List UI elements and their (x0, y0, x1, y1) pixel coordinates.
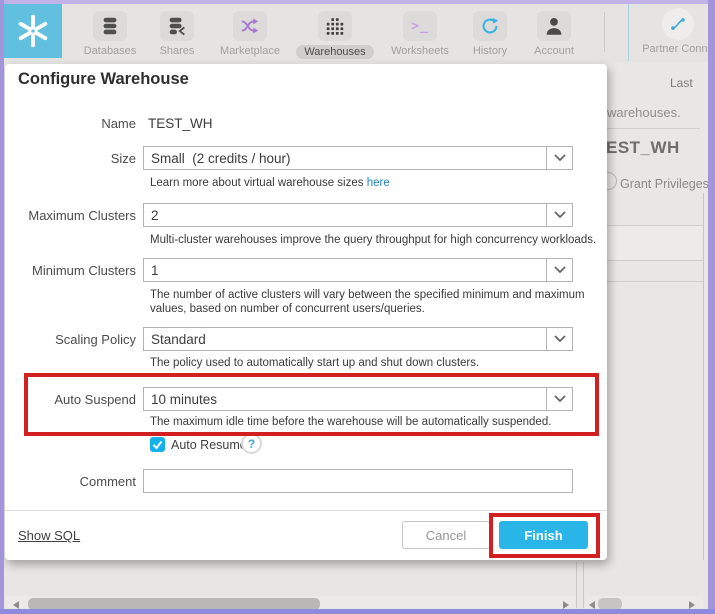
scroll-right-arrow[interactable] (563, 601, 569, 609)
chevron-down-icon (546, 147, 572, 169)
nav-label: Marketplace (220, 45, 280, 57)
nav-label: History (472, 45, 508, 57)
min-clusters-help-text: The number of active clusters will vary … (150, 289, 585, 315)
nav-label-active: Warehouses (296, 45, 374, 59)
chevron-down-icon (546, 328, 572, 350)
scaling-policy-select[interactable]: Standard (143, 327, 573, 351)
help-icon[interactable]: ? (241, 433, 262, 454)
account-icon (537, 11, 571, 41)
nav-label: Shares (159, 45, 195, 57)
worksheets-icon: >_ (403, 11, 437, 41)
show-sql-link[interactable]: Show SQL (18, 528, 80, 543)
finish-button[interactable]: Finish (499, 521, 588, 549)
auto-resume-label: Auto Resume (171, 438, 247, 452)
max-clusters-help-text: Multi-cluster warehouses improve the que… (150, 234, 597, 246)
nav-item-marketplace[interactable]: Marketplace (210, 11, 290, 57)
nav-item-worksheets[interactable]: >_ Worksheets (380, 11, 460, 57)
grant-privileges-button[interactable]: Grant Privileges (620, 177, 709, 191)
comment-input[interactable] (143, 469, 573, 493)
annotation-border (708, 0, 715, 614)
min-clusters-label: Minimum Clusters (31, 263, 136, 278)
max-clusters-select[interactable]: 2 (143, 203, 573, 227)
nav-label: Account (534, 45, 574, 57)
nav-item-account[interactable]: Account (514, 11, 594, 57)
warehouse-sizes-link[interactable]: here (367, 177, 390, 189)
auto-suspend-help-text: The maximum idle time before the warehou… (150, 416, 552, 428)
size-select[interactable]: Small (2 credits / hour) (143, 146, 573, 170)
auto-suspend-label: Auto Suspend (54, 392, 136, 407)
panel-separator-line (628, 4, 629, 61)
annotation-border (0, 0, 4, 614)
comment-label: Comment (79, 474, 136, 489)
partner-connect-icon (662, 8, 694, 40)
divider (600, 128, 700, 129)
warehouses-icon (318, 11, 352, 41)
auto-resume-checkbox[interactable] (150, 437, 165, 452)
size-help-text: Learn more about virtual warehouse sizes… (150, 177, 390, 189)
main-scrollbar-thumb[interactable] (28, 598, 320, 610)
max-clusters-label: Maximum Clusters (28, 208, 136, 223)
snowflake-icon (18, 14, 48, 48)
name-label: Name (101, 116, 136, 131)
shares-icon (160, 11, 194, 41)
auto-suspend-select[interactable]: 10 minutes (143, 387, 573, 411)
top-nav-bar: Databases Shares Marketplace Warehouses … (0, 0, 715, 62)
nav-label: Worksheets (391, 45, 449, 57)
panel-border (703, 193, 704, 605)
configure-warehouse-dialog: Configure Warehouse Name TEST_WH Size Sm… (5, 64, 607, 560)
nav-item-warehouses[interactable]: Warehouses (295, 11, 375, 59)
snowflake-console: Databases Shares Marketplace Warehouses … (0, 0, 715, 614)
min-clusters-select[interactable]: 1 (143, 258, 573, 282)
nav-divider (604, 12, 605, 52)
cancel-button[interactable]: Cancel (402, 521, 490, 549)
size-label: Size (110, 151, 136, 166)
bottom-scroll-area (0, 560, 715, 611)
footer-divider (5, 510, 607, 511)
panel-divider (576, 562, 577, 608)
history-icon (473, 11, 507, 41)
panel-scrollbar-thumb[interactable] (598, 598, 622, 610)
warehouse-name-heading: EST_WH (606, 138, 680, 157)
nav-item-partner-connect[interactable]: Partner Conne (638, 8, 715, 55)
background-list-row (600, 261, 704, 282)
chevron-down-icon (546, 204, 572, 226)
chevron-down-icon (546, 388, 572, 410)
chevron-down-icon (546, 259, 572, 281)
dialog-title: Configure Warehouse (18, 70, 189, 88)
scaling-policy-label: Scaling Policy (55, 332, 136, 347)
background-sentence: warehouses. (607, 105, 681, 120)
panel-divider (583, 562, 584, 608)
databases-icon (93, 11, 127, 41)
scroll-left-arrow[interactable] (13, 601, 19, 609)
scroll-left-arrow[interactable] (589, 601, 595, 609)
scroll-right-arrow[interactable] (689, 601, 695, 609)
snowflake-logo[interactable] (4, 4, 62, 58)
checkmark-icon (152, 440, 163, 450)
background-list-row (600, 225, 704, 261)
marketplace-icon (233, 11, 267, 41)
scaling-policy-help-text: The policy used to automatically start u… (150, 357, 480, 369)
name-value: TEST_WH (148, 116, 213, 131)
last-refresh-label: Last (670, 76, 693, 90)
nav-label: Partner Conne (642, 43, 714, 55)
nav-label: Databases (83, 45, 137, 57)
nav-item-shares[interactable]: Shares (137, 11, 217, 57)
